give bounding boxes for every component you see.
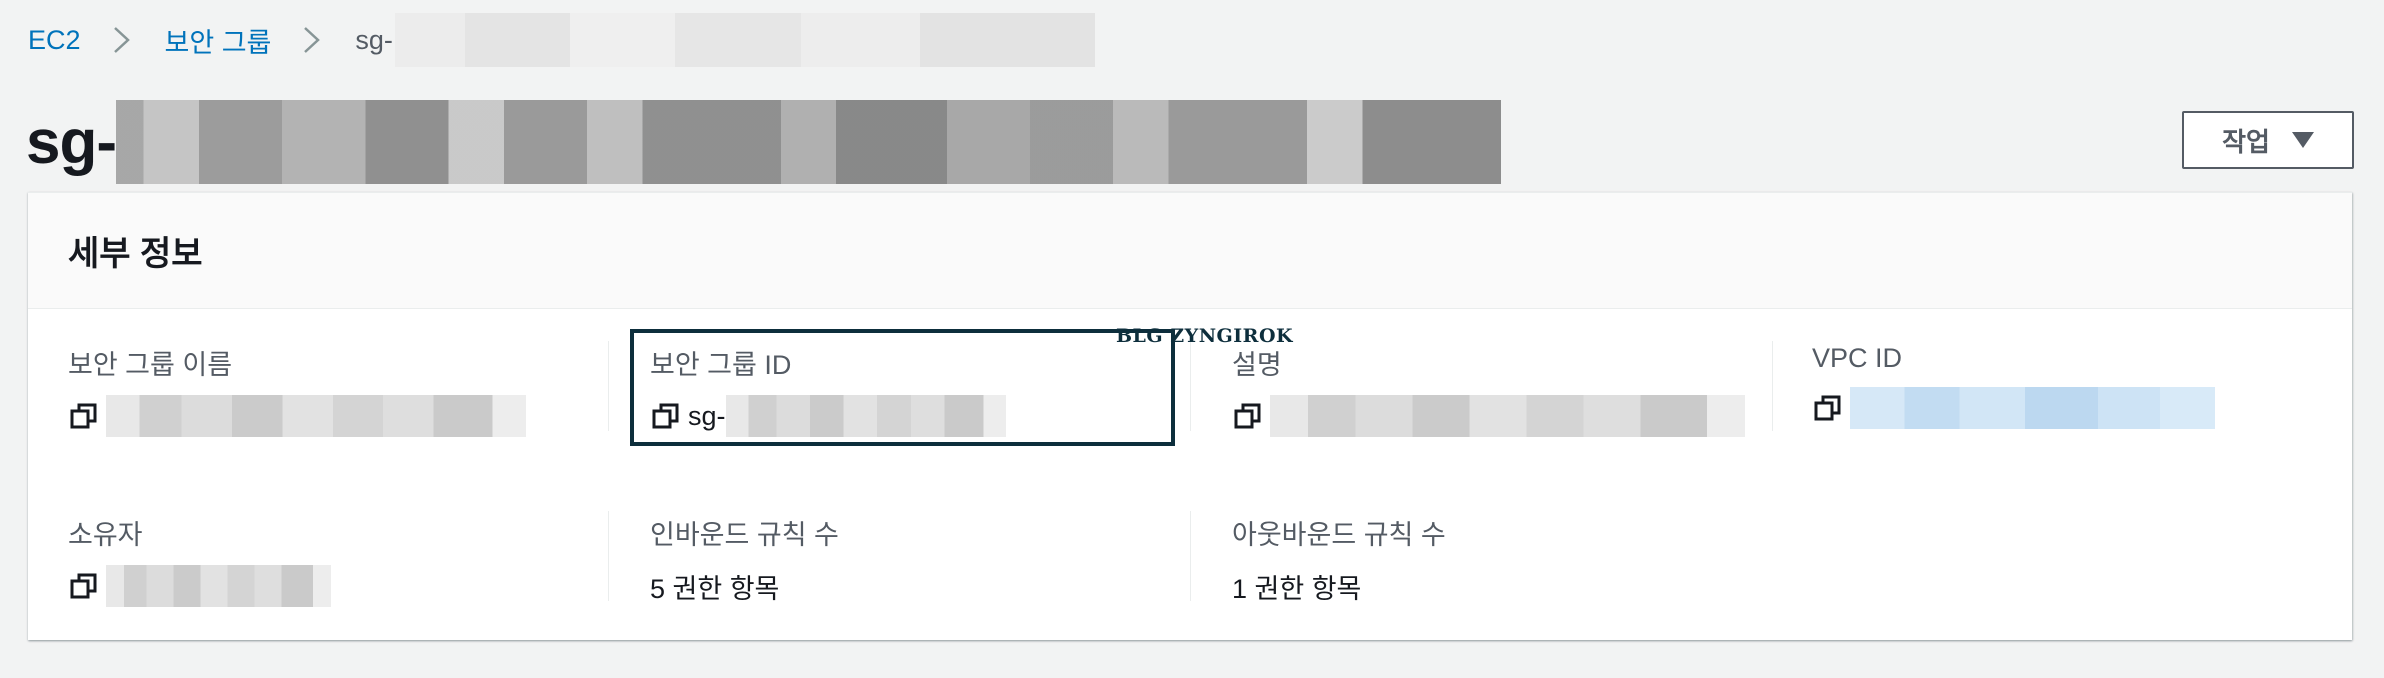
chevron-right-icon bbox=[107, 25, 137, 55]
redacted-text bbox=[106, 565, 331, 607]
actions-button[interactable]: 작업 bbox=[2182, 111, 2354, 169]
field-value: 5 권한 항목 bbox=[650, 573, 780, 604]
redacted-text bbox=[1270, 395, 1745, 437]
page-title-prefix: sg- bbox=[26, 107, 117, 177]
column-divider bbox=[608, 341, 609, 431]
redacted-text bbox=[106, 395, 526, 437]
field-label: 아웃바운드 규칙 수 bbox=[1232, 520, 1446, 550]
details-panel: 세부 정보 보안 그룹 이름 보안 그룹 ID sg- 설명 VPC ID 소유… bbox=[28, 192, 2352, 640]
watermark: BLG ZYNGIROK bbox=[1116, 325, 1294, 347]
column-divider bbox=[1772, 341, 1773, 431]
breadcrumb-current-prefix: sg- bbox=[355, 24, 393, 55]
field-vpc-id: VPC ID bbox=[1812, 343, 2215, 430]
field-label: VPC ID bbox=[1812, 343, 1903, 373]
breadcrumb-ec2-link[interactable]: EC2 bbox=[28, 25, 81, 56]
field-label: 소유자 bbox=[68, 520, 143, 550]
copy-icon[interactable] bbox=[68, 570, 100, 602]
field-label: 보안 그룹 이름 bbox=[68, 350, 233, 380]
field-value bbox=[1812, 386, 2215, 430]
breadcrumb-security-groups-link[interactable]: 보안 그룹 bbox=[165, 21, 272, 60]
copy-icon[interactable] bbox=[1232, 400, 1264, 432]
copy-icon[interactable] bbox=[1812, 392, 1844, 424]
breadcrumb-current: sg- bbox=[355, 13, 1095, 67]
field-label: 인바운드 규칙 수 bbox=[650, 520, 839, 550]
page-title: sg- bbox=[26, 100, 1501, 184]
details-panel-title: 세부 정보 bbox=[68, 235, 203, 273]
field-value bbox=[68, 394, 526, 438]
caret-down-icon bbox=[2291, 132, 2314, 148]
field-sg-name: 보안 그룹 이름 bbox=[68, 343, 526, 438]
copy-icon[interactable] bbox=[68, 400, 100, 432]
field-value bbox=[68, 564, 331, 608]
vpc-id-link[interactable] bbox=[1850, 387, 2215, 429]
breadcrumb: EC2 보안 그룹 sg- bbox=[28, 13, 1095, 67]
redacted-text bbox=[116, 100, 1501, 184]
field-value bbox=[1232, 394, 1745, 438]
field-owner: 소유자 bbox=[68, 513, 331, 608]
details-panel-header: 세부 정보 bbox=[28, 193, 2352, 309]
field-sg-id: 보안 그룹 ID sg- bbox=[650, 343, 1006, 438]
column-divider bbox=[1190, 341, 1191, 431]
redacted-text bbox=[394, 13, 1095, 67]
field-value: 1 권한 항목 bbox=[1232, 573, 1362, 604]
chevron-right-icon bbox=[297, 25, 327, 55]
sg-id-prefix: sg- bbox=[688, 400, 726, 431]
redacted-text bbox=[725, 395, 1006, 437]
field-outbound-rules: 아웃바운드 규칙 수 1 권한 항목 bbox=[1232, 513, 1446, 608]
column-divider bbox=[608, 511, 609, 601]
field-value: sg- bbox=[650, 394, 1006, 438]
column-divider bbox=[1190, 511, 1191, 601]
page: EC2 보안 그룹 sg- sg- 작업 세부 정보 보안 그룹 이름 보안 그… bbox=[0, 0, 2384, 678]
field-label: 보안 그룹 ID bbox=[650, 350, 792, 380]
field-description: 설명 bbox=[1232, 343, 1745, 438]
actions-button-label: 작업 bbox=[2222, 126, 2270, 157]
copy-icon[interactable] bbox=[650, 400, 682, 432]
field-inbound-rules: 인바운드 규칙 수 5 권한 항목 bbox=[650, 513, 839, 608]
field-label: 설명 bbox=[1232, 350, 1282, 380]
